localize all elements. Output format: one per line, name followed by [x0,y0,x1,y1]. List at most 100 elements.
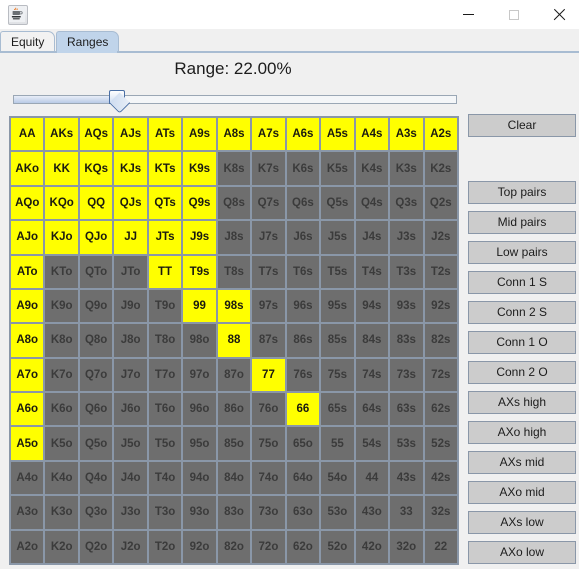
hand-cell[interactable]: A9o [10,288,45,324]
hand-cell[interactable]: ATs [147,117,183,152]
preset-button-axs-mid[interactable]: AXs mid [468,451,576,474]
hand-cell[interactable]: 75s [320,357,355,393]
hand-cell[interactable]: AKo [10,151,45,186]
hand-cell[interactable]: 64s [354,392,390,427]
hand-cell[interactable]: K7o [44,357,79,393]
hand-cell[interactable]: ATo [10,254,45,289]
hand-cell[interactable]: K3s [389,151,424,186]
hand-cell[interactable]: K4s [354,151,390,186]
hand-cell[interactable]: KJo [44,220,79,255]
preset-button-axs-high[interactable]: AXs high [468,391,576,414]
hand-cell[interactable]: Q7o [78,357,114,393]
hand-cell[interactable]: K2s [423,151,458,186]
hand-cell[interactable]: 32o [389,529,424,564]
hand-cell[interactable]: 86o [216,392,252,427]
hand-cell[interactable]: 66 [285,392,321,427]
hand-cell[interactable]: KJs [113,151,148,186]
hand-cell[interactable]: KTo [44,254,79,289]
hand-cell[interactable]: J2o [113,529,148,564]
hand-cell[interactable]: 42s [423,460,458,496]
hand-cell[interactable]: 53o [320,495,355,530]
hand-cell[interactable]: T3s [389,254,424,289]
hand-cell[interactable]: J6o [113,392,148,427]
hand-cell[interactable]: KQo [44,185,79,221]
hand-cell[interactable]: 97s [251,288,286,324]
range-slider[interactable] [13,90,457,108]
hand-cell[interactable]: 82o [216,529,252,564]
preset-button-conn-2-o[interactable]: Conn 2 O [468,361,576,384]
hand-cell[interactable]: Q8o [78,323,114,358]
hand-cell[interactable]: J7o [113,357,148,393]
hand-cell[interactable]: 76s [285,357,321,393]
hand-cell[interactable]: KQs [78,151,114,186]
hand-cell[interactable]: Q4o [78,460,114,496]
hand-cell[interactable]: K5s [320,151,355,186]
hand-cell[interactable]: K5o [44,426,79,461]
hand-cell[interactable]: K6o [44,392,79,427]
preset-button-top-pairs[interactable]: Top pairs [468,181,576,204]
hand-cell[interactable]: 96o [182,392,217,427]
hand-cell[interactable]: 33 [389,495,424,530]
hand-cell[interactable]: T7s [251,254,286,289]
hand-cell[interactable]: 52o [320,529,355,564]
hand-cell[interactable]: 88 [216,323,252,358]
hand-cell[interactable]: 93s [389,288,424,324]
hand-cell[interactable]: AKs [44,117,79,152]
hand-cell[interactable]: 98o [182,323,217,358]
hand-cell[interactable]: K8o [44,323,79,358]
hand-cell[interactable]: 52s [423,426,458,461]
hand-cell[interactable]: 93o [182,495,217,530]
hand-cell[interactable]: 62s [423,392,458,427]
hand-cell[interactable]: KK [44,151,79,186]
preset-button-axo-low[interactable]: AXo low [468,541,576,564]
hand-cell[interactable]: Q5s [320,185,355,221]
preset-button-axo-mid[interactable]: AXo mid [468,481,576,504]
hand-cell[interactable]: T8o [147,323,183,358]
hand-cell[interactable]: 72s [423,357,458,393]
hand-cell[interactable]: K2o [44,529,79,564]
hand-cell[interactable]: A7s [251,117,286,152]
hand-cell[interactable]: A2s [423,117,458,152]
preset-button-axo-high[interactable]: AXo high [468,421,576,444]
hand-cell[interactable]: T2o [147,529,183,564]
hand-cell[interactable]: 65o [285,426,321,461]
hand-cell[interactable]: 73s [389,357,424,393]
hand-cell[interactable]: 87o [216,357,252,393]
hand-cell[interactable]: Q9o [78,288,114,324]
hand-cell[interactable]: T9o [147,288,183,324]
hand-cell[interactable]: JTo [113,254,148,289]
hand-cell[interactable]: 85s [320,323,355,358]
hand-cell[interactable]: Q6s [285,185,321,221]
hand-cell[interactable]: T3o [147,495,183,530]
hand-cell[interactable]: 44 [354,460,390,496]
hand-cell[interactable]: AA [10,117,45,152]
hand-cell[interactable]: A4s [354,117,390,152]
hand-cell[interactable]: A3s [389,117,424,152]
hand-cell[interactable]: AQo [10,185,45,221]
hand-cell[interactable]: Q5o [78,426,114,461]
tab-equity[interactable]: Equity [0,31,56,53]
hand-cell[interactable]: 74o [251,460,286,496]
maximize-button[interactable] [491,0,536,29]
hand-cell[interactable]: TT [147,254,183,289]
hand-cell[interactable]: Q4s [354,185,390,221]
hand-cell[interactable]: QTo [78,254,114,289]
hand-cell[interactable]: 92o [182,529,217,564]
hand-cell[interactable]: 65s [320,392,355,427]
hand-cell[interactable]: Q3o [78,495,114,530]
hand-cell[interactable]: 42o [354,529,390,564]
hand-cell[interactable]: A8o [10,323,45,358]
hand-cell[interactable]: Q9s [182,185,217,221]
hand-cell[interactable]: 98s [216,288,252,324]
hand-cell[interactable]: A8s [216,117,252,152]
hand-cell[interactable]: QQ [78,185,114,221]
hand-cell[interactable]: K9s [182,151,217,186]
hand-cell[interactable]: J4o [113,460,148,496]
hand-cell[interactable]: Q7s [251,185,286,221]
hand-cell[interactable]: T9s [182,254,217,289]
hand-cell[interactable]: A6o [10,392,45,427]
hand-cell[interactable]: A9s [182,117,217,152]
hand-cell[interactable]: J7s [251,220,286,255]
hand-cell[interactable]: A4o [10,460,45,496]
hand-cell[interactable]: J3s [389,220,424,255]
